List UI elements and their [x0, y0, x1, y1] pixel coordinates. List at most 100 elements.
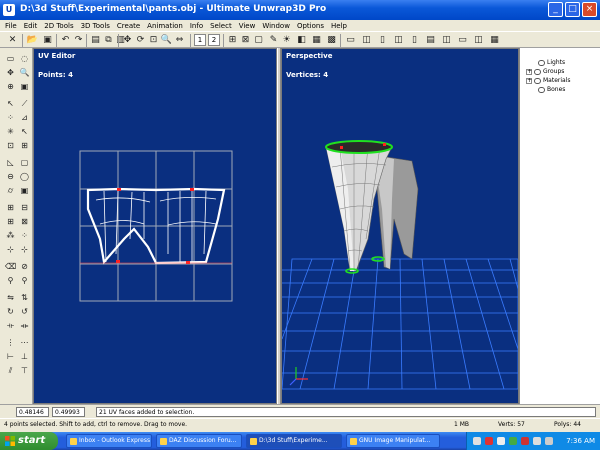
edges-mode-icon[interactable]: ⊿ — [19, 112, 30, 123]
menu-2d-tools[interactable]: 2D Tools — [44, 22, 73, 30]
tray-antivirus-icon[interactable] — [485, 437, 493, 445]
move-tool-icon[interactable]: ✥ — [5, 67, 16, 78]
frame-icon[interactable]: ▢ — [252, 34, 265, 47]
pan-icon[interactable]: ⇔ — [173, 34, 186, 47]
layout-9-icon[interactable]: ◫ — [472, 34, 485, 47]
menu-3d-tools[interactable]: 3D Tools — [81, 22, 110, 30]
pick-icon[interactable]: ⟋ — [19, 98, 30, 109]
layout-4-icon[interactable]: ◫ — [392, 34, 405, 47]
view-2-button[interactable]: 2 — [208, 34, 220, 46]
expand-icon[interactable]: + — [526, 77, 532, 84]
view-1-button[interactable]: 1 — [194, 34, 206, 46]
taskbar-clock[interactable]: 7:36 AM — [566, 437, 595, 445]
menu-view[interactable]: View — [239, 22, 256, 30]
sphere-map-icon[interactable]: ◯ — [19, 171, 30, 182]
perspective-panel[interactable]: Perspective Vertices: 4 — [281, 48, 519, 404]
layout-5-icon[interactable]: ▯ — [408, 34, 421, 47]
uv-editor-canvas[interactable] — [34, 49, 276, 403]
tray-alert-icon[interactable] — [521, 437, 529, 445]
scale-v-icon[interactable]: ⊥ — [19, 351, 30, 362]
menu-create[interactable]: Create — [117, 22, 140, 30]
menu-options[interactable]: Options — [297, 22, 324, 30]
menu-file[interactable]: File — [5, 22, 17, 30]
tree-item-bones[interactable]: Bones — [538, 86, 565, 93]
zoom-icon[interactable]: 🔍 — [160, 34, 173, 47]
lasso-icon[interactable]: ◌ — [19, 53, 30, 64]
split-icon[interactable]: ⊟ — [19, 202, 30, 213]
tree-item-groups[interactable]: + Groups — [526, 68, 564, 75]
paint-icon[interactable]: ⊘ — [19, 261, 30, 272]
unpin-icon[interactable]: ⚲ — [19, 275, 30, 286]
open-icon[interactable]: 📂 — [26, 34, 39, 47]
tray-network-icon[interactable] — [473, 437, 481, 445]
save-icon[interactable]: ▣ — [41, 34, 54, 47]
u-coordinate-field[interactable]: 0.48146 — [16, 407, 49, 417]
distribute-icon[interactable]: ⋮ — [5, 337, 16, 348]
pack-icon[interactable]: ⁘ — [19, 230, 30, 241]
layout-2-icon[interactable]: ◫ — [360, 34, 373, 47]
pin-icon[interactable]: ⚲ — [5, 275, 16, 286]
taskbar-item-gimp[interactable]: GNU Image Manipulat... — [346, 434, 440, 448]
relax-icon[interactable]: ⊠ — [19, 216, 30, 227]
checker-icon[interactable]: ▩ — [325, 34, 338, 47]
weld-icon[interactable]: ⊞ — [5, 202, 16, 213]
start-button[interactable]: start — [0, 432, 58, 450]
uv-editor-panel[interactable]: UV Editor Points: 4 — [33, 48, 277, 404]
light-icon[interactable]: ☀ — [280, 34, 293, 47]
tray-volume-icon[interactable] — [533, 437, 541, 445]
stitch-icon[interactable]: ⊞ — [5, 216, 16, 227]
align-h-icon[interactable]: ⟛ — [5, 320, 16, 331]
flip-h-icon[interactable]: ⇋ — [5, 292, 16, 303]
symmetry-icon[interactable]: ⊤ — [19, 365, 30, 376]
zoom-tool-icon[interactable]: 🔍 — [19, 67, 30, 78]
scale-icon[interactable]: ⊡ — [147, 34, 160, 47]
menu-animation[interactable]: Animation — [147, 22, 183, 30]
pointer-icon[interactable]: ↖ — [5, 98, 16, 109]
tray-app-icon[interactable] — [497, 437, 505, 445]
menu-window[interactable]: Window — [262, 22, 290, 30]
rotate-ccw-icon[interactable]: ↺ — [19, 306, 30, 317]
perspective-canvas[interactable] — [282, 49, 518, 403]
unfold-icon[interactable]: ⊹ — [5, 244, 16, 255]
expand-icon[interactable]: + — [526, 68, 532, 75]
taskbar-item-daz[interactable]: DAZ Discussion Foru... — [156, 434, 242, 448]
tree-item-lights[interactable]: Lights — [538, 59, 565, 66]
group-icon[interactable]: ⊡ — [5, 140, 16, 151]
grid-icon[interactable]: ⊞ — [226, 34, 239, 47]
align-v-icon[interactable]: ⟚ — [19, 320, 30, 331]
pointer-tool-icon[interactable]: ↖ — [19, 126, 30, 137]
taskbar-item-outlook[interactable]: Inbox - Outlook Express — [66, 434, 152, 448]
delete-icon[interactable]: ✕ — [6, 34, 19, 47]
rotate-icon[interactable]: ⟳ — [134, 34, 147, 47]
tray-status-icon[interactable] — [509, 437, 517, 445]
menu-help[interactable]: Help — [331, 22, 347, 30]
taskbar-item-unwrap3d[interactable]: D:\3d Stuff\Experime... — [246, 434, 342, 448]
tree-item-materials[interactable]: + Materials — [526, 77, 571, 84]
points-mode-icon[interactable]: ⁘ — [5, 112, 16, 123]
scale-u-icon[interactable]: ⊢ — [5, 351, 16, 362]
move-icon[interactable]: ✥ — [121, 34, 134, 47]
close-button[interactable]: × — [582, 2, 597, 17]
rotate-cw-icon[interactable]: ↻ — [5, 306, 16, 317]
face-map-icon[interactable]: ▣ — [19, 185, 30, 196]
undo-icon[interactable]: ↶ — [59, 34, 72, 47]
render-icon[interactable]: ▤ — [89, 34, 102, 47]
frame-tool-icon[interactable]: ▣ — [19, 81, 30, 92]
snap-icon[interactable]: ⊠ — [239, 34, 252, 47]
cylinder-map-icon[interactable]: ⊖ — [5, 171, 16, 182]
distribute-h-icon[interactable]: ⋯ — [19, 337, 30, 348]
layout-6-icon[interactable]: ▤ — [424, 34, 437, 47]
eyedropper-icon[interactable]: ✎ — [267, 34, 280, 47]
layout-3-icon[interactable]: ▯ — [376, 34, 389, 47]
planar-map-icon[interactable]: ◺ — [5, 157, 16, 168]
menu-edit[interactable]: Edit — [24, 22, 38, 30]
faces-mode-icon[interactable]: ✳ — [5, 126, 16, 137]
redo-icon[interactable]: ↷ — [72, 34, 85, 47]
straighten-icon[interactable]: ⊹ — [19, 244, 30, 255]
layout-8-icon[interactable]: ▭ — [456, 34, 469, 47]
layout-7-icon[interactable]: ◫ — [440, 34, 453, 47]
camera-icon[interactable]: ◧ — [295, 34, 308, 47]
mirror-icon[interactable]: ⫽ — [5, 365, 16, 376]
select-rect-icon[interactable]: ▭ — [5, 53, 16, 64]
menu-info[interactable]: Info — [190, 22, 203, 30]
